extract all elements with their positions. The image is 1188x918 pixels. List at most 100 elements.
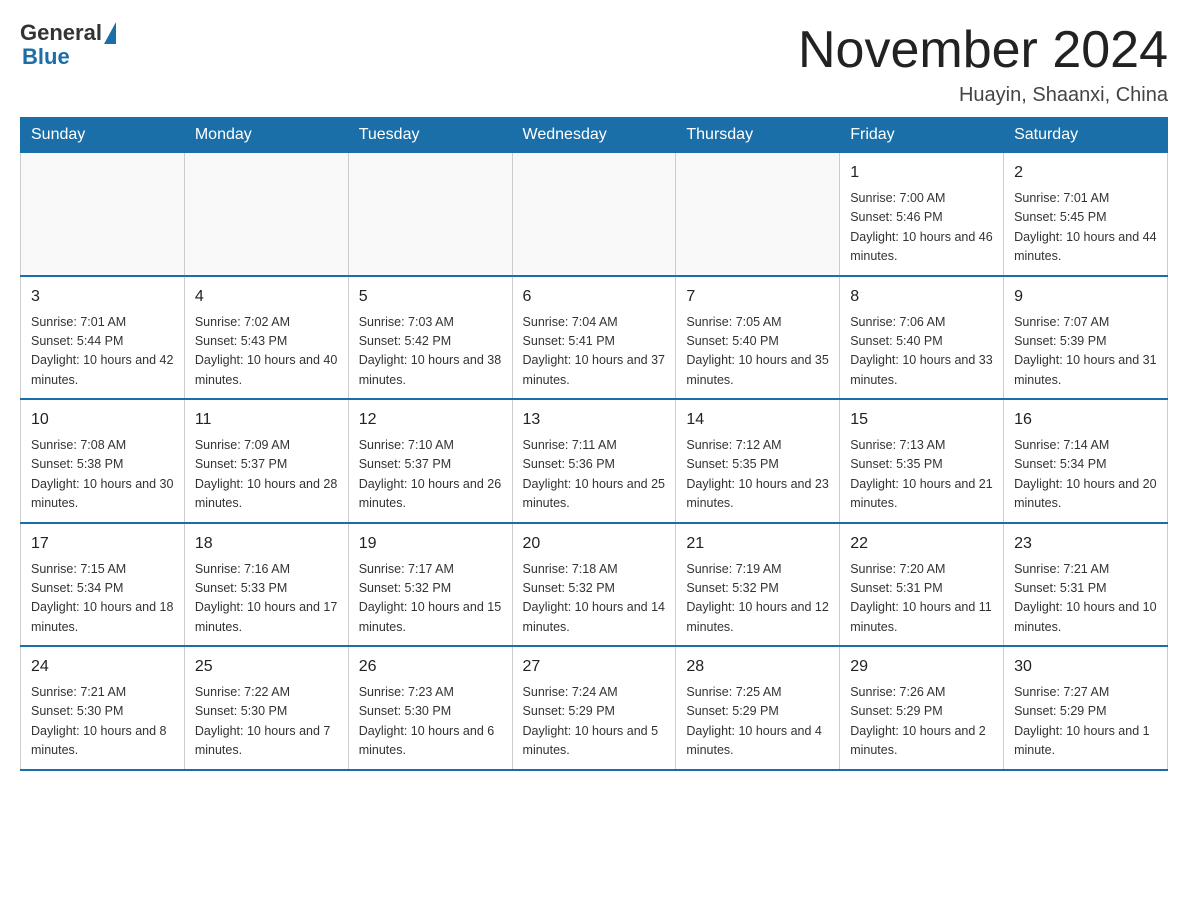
logo-blue-text: Blue <box>22 44 70 70</box>
logo-general-text: General <box>20 20 102 46</box>
day-number: 21 <box>686 532 829 556</box>
calendar-cell: 21 Sunrise: 7:19 AMSunset: 5:32 PMDayligh… <box>676 523 840 647</box>
day-number: 25 <box>195 655 338 679</box>
sun-info: Sunrise: 7:10 AMSunset: 5:37 PMDaylight:… <box>359 436 502 514</box>
day-number: 14 <box>686 408 829 432</box>
calendar-cell: 13 Sunrise: 7:11 AMSunset: 5:36 PMDayligh… <box>512 399 676 523</box>
day-number: 20 <box>523 532 666 556</box>
sun-info: Sunrise: 7:16 AMSunset: 5:33 PMDaylight:… <box>195 560 338 638</box>
calendar-cell: 4 Sunrise: 7:02 AMSunset: 5:43 PMDaylight… <box>184 276 348 400</box>
calendar-cell: 29 Sunrise: 7:26 AMSunset: 5:29 PMDayligh… <box>840 646 1004 770</box>
calendar-cell <box>676 153 840 276</box>
day-number: 3 <box>31 285 174 309</box>
sun-info: Sunrise: 7:25 AMSunset: 5:29 PMDaylight:… <box>686 683 829 761</box>
calendar-cell: 17 Sunrise: 7:15 AMSunset: 5:34 PMDayligh… <box>21 523 185 647</box>
day-number: 15 <box>850 408 993 432</box>
day-header-saturday: Saturday <box>1004 118 1168 153</box>
sun-info: Sunrise: 7:23 AMSunset: 5:30 PMDaylight:… <box>359 683 502 761</box>
sun-info: Sunrise: 7:15 AMSunset: 5:34 PMDaylight:… <box>31 560 174 638</box>
sun-info: Sunrise: 7:11 AMSunset: 5:36 PMDaylight:… <box>523 436 666 514</box>
calendar-cell: 20 Sunrise: 7:18 AMSunset: 5:32 PMDayligh… <box>512 523 676 647</box>
day-number: 11 <box>195 408 338 432</box>
sun-info: Sunrise: 7:01 AMSunset: 5:44 PMDaylight:… <box>31 313 174 391</box>
sun-info: Sunrise: 7:18 AMSunset: 5:32 PMDaylight:… <box>523 560 666 638</box>
day-header-wednesday: Wednesday <box>512 118 676 153</box>
day-header-friday: Friday <box>840 118 1004 153</box>
day-number: 13 <box>523 408 666 432</box>
day-number: 8 <box>850 285 993 309</box>
calendar-cell: 2 Sunrise: 7:01 AMSunset: 5:45 PMDaylight… <box>1004 153 1168 276</box>
day-number: 2 <box>1014 161 1157 185</box>
sun-info: Sunrise: 7:21 AMSunset: 5:30 PMDaylight:… <box>31 683 174 761</box>
calendar-cell <box>21 153 185 276</box>
sun-info: Sunrise: 7:01 AMSunset: 5:45 PMDaylight:… <box>1014 189 1157 267</box>
calendar-cell: 7Sunrise: 7:05 AMSunset: 5:40 PMDaylight… <box>676 276 840 400</box>
calendar-cell: 19Sunrise: 7:17 AMSunset: 5:32 PMDayligh… <box>348 523 512 647</box>
sun-info: Sunrise: 7:09 AMSunset: 5:37 PMDaylight:… <box>195 436 338 514</box>
day-number: 17 <box>31 532 174 556</box>
sun-info: Sunrise: 7:19 AMSunset: 5:32 PMDaylight:… <box>686 560 829 638</box>
calendar-cell: 10 Sunrise: 7:08 AMSunset: 5:38 PMDayligh… <box>21 399 185 523</box>
calendar-week-2: 3 Sunrise: 7:01 AMSunset: 5:44 PMDaylight… <box>21 276 1168 400</box>
day-number: 12 <box>359 408 502 432</box>
calendar-cell: 1 Sunrise: 7:00 AMSunset: 5:46 PMDaylight… <box>840 153 1004 276</box>
day-number: 4 <box>195 285 338 309</box>
day-number: 9 <box>1014 285 1157 309</box>
day-number: 28 <box>686 655 829 679</box>
month-title: November 2024 <box>798 20 1168 80</box>
calendar-cell: 3 Sunrise: 7:01 AMSunset: 5:44 PMDaylight… <box>21 276 185 400</box>
calendar-cell: 5Sunrise: 7:03 AMSunset: 5:42 PMDaylight… <box>348 276 512 400</box>
sun-info: Sunrise: 7:27 AMSunset: 5:29 PMDaylight:… <box>1014 683 1157 761</box>
day-header-tuesday: Tuesday <box>348 118 512 153</box>
sun-info: Sunrise: 7:06 AMSunset: 5:40 PMDaylight:… <box>850 313 993 391</box>
calendar-week-1: 1 Sunrise: 7:00 AMSunset: 5:46 PMDaylight… <box>21 153 1168 276</box>
calendar-cell: 6 Sunrise: 7:04 AMSunset: 5:41 PMDaylight… <box>512 276 676 400</box>
sun-info: Sunrise: 7:02 AMSunset: 5:43 PMDaylight:… <box>195 313 338 391</box>
calendar-cell: 18 Sunrise: 7:16 AMSunset: 5:33 PMDayligh… <box>184 523 348 647</box>
calendar-week-3: 10 Sunrise: 7:08 AMSunset: 5:38 PMDayligh… <box>21 399 1168 523</box>
sun-info: Sunrise: 7:04 AMSunset: 5:41 PMDaylight:… <box>523 313 666 391</box>
calendar-cell: 27 Sunrise: 7:24 AMSunset: 5:29 PMDayligh… <box>512 646 676 770</box>
calendar-cell: 15Sunrise: 7:13 AMSunset: 5:35 PMDayligh… <box>840 399 1004 523</box>
sun-info: Sunrise: 7:20 AMSunset: 5:31 PMDaylight:… <box>850 560 993 638</box>
day-number: 29 <box>850 655 993 679</box>
day-number: 22 <box>850 532 993 556</box>
sun-info: Sunrise: 7:21 AMSunset: 5:31 PMDaylight:… <box>1014 560 1157 638</box>
day-number: 27 <box>523 655 666 679</box>
day-number: 7 <box>686 285 829 309</box>
page-header: General Blue November 2024 Huayin, Shaan… <box>20 20 1168 107</box>
calendar-cell: 24 Sunrise: 7:21 AMSunset: 5:30 PMDayligh… <box>21 646 185 770</box>
day-header-thursday: Thursday <box>676 118 840 153</box>
calendar-cell: 9 Sunrise: 7:07 AMSunset: 5:39 PMDaylight… <box>1004 276 1168 400</box>
title-section: November 2024 Huayin, Shaanxi, China <box>798 20 1168 107</box>
calendar-week-5: 24 Sunrise: 7:21 AMSunset: 5:30 PMDayligh… <box>21 646 1168 770</box>
day-header-sunday: Sunday <box>21 118 185 153</box>
logo: General Blue <box>20 20 116 70</box>
calendar-cell: 25Sunrise: 7:22 AMSunset: 5:30 PMDayligh… <box>184 646 348 770</box>
day-number: 10 <box>31 408 174 432</box>
sun-info: Sunrise: 7:14 AMSunset: 5:34 PMDaylight:… <box>1014 436 1157 514</box>
sun-info: Sunrise: 7:12 AMSunset: 5:35 PMDaylight:… <box>686 436 829 514</box>
day-header-monday: Monday <box>184 118 348 153</box>
sun-info: Sunrise: 7:08 AMSunset: 5:38 PMDaylight:… <box>31 436 174 514</box>
sun-info: Sunrise: 7:26 AMSunset: 5:29 PMDaylight:… <box>850 683 993 761</box>
day-number: 23 <box>1014 532 1157 556</box>
day-number: 16 <box>1014 408 1157 432</box>
calendar-cell: 12 Sunrise: 7:10 AMSunset: 5:37 PMDayligh… <box>348 399 512 523</box>
calendar-cell: 30 Sunrise: 7:27 AMSunset: 5:29 PMDayligh… <box>1004 646 1168 770</box>
calendar-cell: 22 Sunrise: 7:20 AMSunset: 5:31 PMDayligh… <box>840 523 1004 647</box>
day-number: 1 <box>850 161 993 185</box>
sun-info: Sunrise: 7:24 AMSunset: 5:29 PMDaylight:… <box>523 683 666 761</box>
day-number: 24 <box>31 655 174 679</box>
day-number: 6 <box>523 285 666 309</box>
calendar-cell: 8 Sunrise: 7:06 AMSunset: 5:40 PMDaylight… <box>840 276 1004 400</box>
calendar-cell <box>348 153 512 276</box>
sun-info: Sunrise: 7:07 AMSunset: 5:39 PMDaylight:… <box>1014 313 1157 391</box>
calendar-cell: 26Sunrise: 7:23 AMSunset: 5:30 PMDayligh… <box>348 646 512 770</box>
day-number: 30 <box>1014 655 1157 679</box>
sun-info: Sunrise: 7:00 AMSunset: 5:46 PMDaylight:… <box>850 189 993 267</box>
calendar-cell: 28 Sunrise: 7:25 AMSunset: 5:29 PMDayligh… <box>676 646 840 770</box>
sun-info: Sunrise: 7:17 AMSunset: 5:32 PMDaylight:… <box>359 560 502 638</box>
day-number: 18 <box>195 532 338 556</box>
location-text: Huayin, Shaanxi, China <box>798 84 1168 107</box>
